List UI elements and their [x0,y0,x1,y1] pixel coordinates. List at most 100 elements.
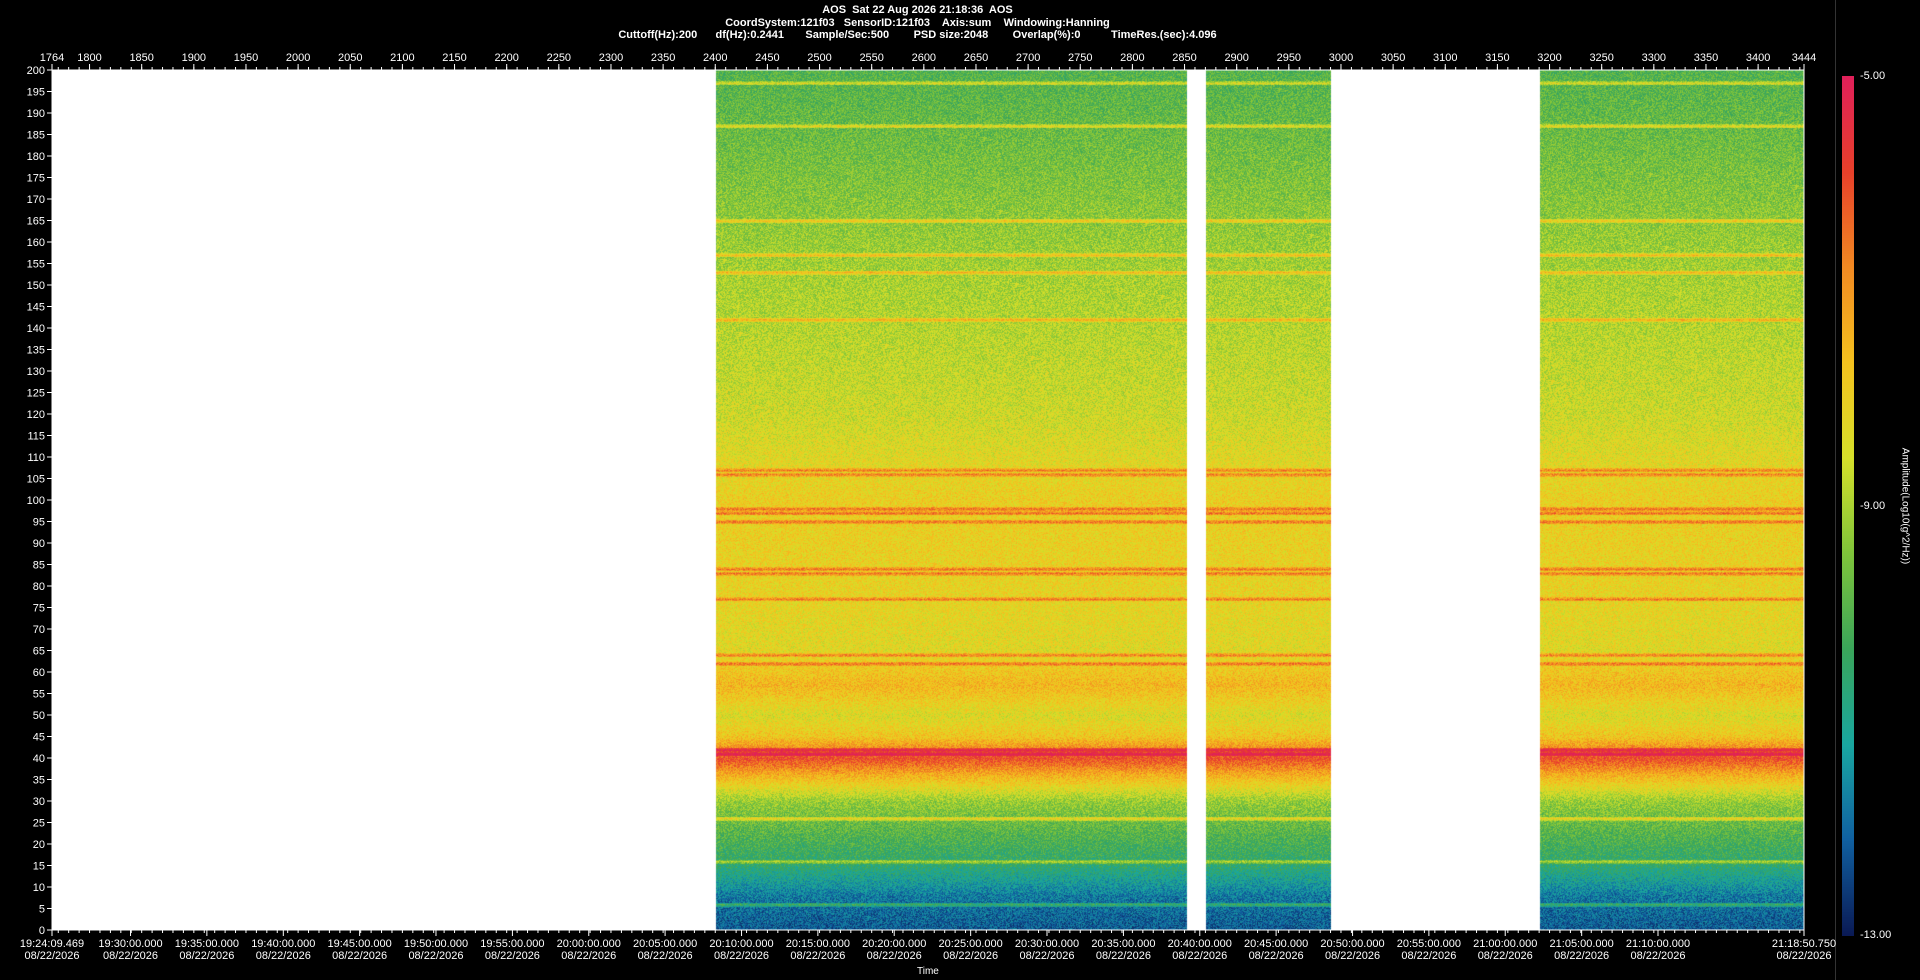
y-tick-label: 130 [27,366,45,378]
x-time-tick-label: 19:24:09.469 [20,938,84,950]
x-index-tick-label: 3200 [1537,52,1561,64]
x-date-tick-label: 08/22/2026 [714,950,769,962]
colorbar-gradient [1842,76,1854,936]
x-index-tick-label: 2800 [1120,52,1144,64]
x-date-tick-label: 08/22/2026 [1776,950,1831,962]
x-date-tick-label: 08/22/2026 [256,950,311,962]
x-date-tick-label: 08/22/2026 [1172,950,1227,962]
x-date-tick-label: 08/22/2026 [24,950,79,962]
y-tick-label: 105 [27,474,45,486]
x-date-tick-label: 08/22/2026 [485,950,540,962]
y-tick-label: 185 [27,130,45,142]
x-index-tick-label: 3250 [1589,52,1613,64]
x-index-tick-label: 2200 [494,52,518,64]
plot-frame [51,69,1805,931]
x-date-tick-label: 08/22/2026 [1096,950,1151,962]
x-time-tick-label: 20:20:00.000 [862,938,926,950]
x-index-tick-label: 2250 [547,52,571,64]
x-index-tick-label: 2300 [599,52,623,64]
y-tick-label: 10 [33,882,45,894]
x-index-tick-label: 2150 [442,52,466,64]
x-index-tick-label: 2700 [1016,52,1040,64]
x-date-tick-label: 08/22/2026 [638,950,693,962]
x-date-tick-label: 08/22/2026 [561,950,616,962]
y-tick-label: 180 [27,151,45,163]
colorbar-tick-mid: -9.00 [1860,500,1886,512]
y-tick-label: 75 [33,603,45,615]
x-time-tick-label: 20:55:00.000 [1397,938,1461,950]
y-tick-label: 85 [33,560,45,572]
y-tick-label: 80 [33,581,45,593]
x-time-tick-label: 20:10:00.000 [709,938,773,950]
x-time-tick-label: 20:40:00.000 [1168,938,1232,950]
y-tick-label: 165 [27,216,45,228]
chart-axes: 0 5 10 15 20 25 30 35 40 45 50 55 60 65 70 75 80 85 90 95 10… [20,52,1836,962]
y-tick-label: 40 [33,753,45,765]
y-tick-label: 55 [33,689,45,701]
y-tick-label: 200 [27,65,45,77]
x-date-tick-label: 08/22/2026 [1401,950,1456,962]
x-date-tick-label: 08/22/2026 [408,950,463,962]
y-tick-label: 190 [27,108,45,120]
y-tick-label: 175 [27,173,45,185]
y-tick-label: 135 [27,345,45,357]
x-date-tick-label: 08/22/2026 [1630,950,1685,962]
x-index-tick-label: 2750 [1068,52,1092,64]
x-index-tick-label: 2450 [755,52,779,64]
y-tick-label: 115 [27,431,45,443]
colorbar-tick-max: -5.00 [1860,70,1886,82]
y-tick-label: 30 [33,796,45,808]
x-index-tick-label: 2400 [703,52,727,64]
x-index-tick-label: 2900 [1224,52,1248,64]
y-tick-label: 150 [27,280,45,292]
y-tick-label: 155 [27,259,45,271]
y-tick-label: 5 [39,904,45,916]
x-index-tick-label: 3400 [1746,52,1770,64]
x-date-tick-label: 08/22/2026 [179,950,234,962]
x-axis-label: Time [917,966,939,977]
x-index-tick-label: 2950 [1277,52,1301,64]
x-time-tick-label: 19:40:00.000 [251,938,315,950]
x-index-tick-label: 2350 [651,52,675,64]
x-time-tick-label: 20:00:00.000 [557,938,621,950]
x-time-tick-label: 20:35:00.000 [1091,938,1155,950]
x-index-tick-label: 2850 [1172,52,1196,64]
x-index-tick-label: 3050 [1381,52,1405,64]
x-date-tick-label: 08/22/2026 [1478,950,1533,962]
x-index-tick-label: 3444 [1792,52,1816,64]
x-index-tick-label: 2650 [964,52,988,64]
x-index-tick-label: 1900 [182,52,206,64]
x-time-tick-label: 20:25:00.000 [939,938,1003,950]
x-date-tick-label: 08/22/2026 [790,950,845,962]
y-tick-label: 120 [27,409,45,421]
y-tick-label: 95 [33,517,45,529]
y-tick-label: 60 [33,667,45,679]
x-time-tick-label: 20:15:00.000 [786,938,850,950]
x-index-tick-label: 3150 [1485,52,1509,64]
x-time-tick-label: 19:45:00.000 [328,938,392,950]
x-time-tick-label: 19:50:00.000 [404,938,468,950]
x-time-tick-label: 19:30:00.000 [98,938,162,950]
x-time-tick-label: 20:45:00.000 [1244,938,1308,950]
x-index-tick-label: 2100 [390,52,414,64]
x-date-tick-label: 08/22/2026 [1249,950,1304,962]
x-time-tick-label: 19:55:00.000 [480,938,544,950]
x-index-tick-label: 3000 [1329,52,1353,64]
y-tick-label: 65 [33,646,45,658]
y-tick-label: 195 [27,87,45,99]
colorbar-tick-min: -13.00 [1860,929,1892,941]
x-time-tick-label: 21:10:00.000 [1626,938,1690,950]
x-index-tick-label: 2000 [286,52,310,64]
colorbar [1842,76,1854,936]
y-tick-label: 100 [27,495,45,507]
y-tick-label: 90 [33,538,45,550]
x-time-tick-label: 19:35:00.000 [175,938,239,950]
y-tick-label: 125 [27,388,45,400]
x-time-tick-label: 21:00:00.000 [1473,938,1537,950]
x-date-tick-label: 08/22/2026 [332,950,387,962]
y-tick-label: 145 [27,302,45,314]
x-index-tick-label: 2550 [859,52,883,64]
colorbar-title: Amplitude(Log10(g^2/Hz)) [1899,447,1911,565]
y-tick-label: 160 [27,237,45,249]
x-time-tick-label: 20:05:00.000 [633,938,697,950]
